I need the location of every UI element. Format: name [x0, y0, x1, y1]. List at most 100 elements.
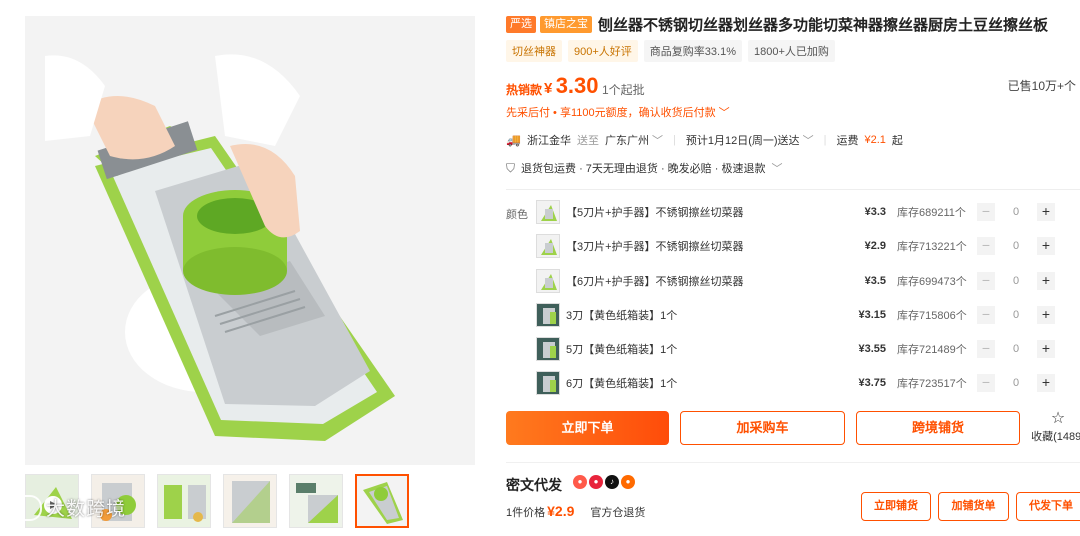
sku-stock: 库存713221个 [897, 241, 967, 253]
sku-name: 【5刀片+护手器】不锈钢擦丝切菜器 [566, 207, 744, 219]
quantity-increment-button[interactable]: + [1037, 237, 1055, 255]
unit-price: ¥2.9 [547, 503, 575, 519]
quantity-input[interactable]: 0 [995, 206, 1037, 218]
eta-select[interactable]: 预计1月12日(周一)送达 ﹀ [686, 132, 814, 148]
shipping-row: 🚚 浙江金华 送至 广东广州 ﹀ | 预计1月12日(周一)送达 ﹀ | 运费 … [506, 132, 903, 148]
divider: | [823, 134, 827, 146]
watermark-logo-icon [6, 494, 42, 521]
quantity-decrement-button[interactable]: − [977, 203, 995, 221]
quantity-decrement-button[interactable]: − [977, 306, 995, 324]
fee-suffix: 起 [891, 135, 903, 147]
tag-yanxuan: 严选 [506, 16, 536, 33]
price: ¥ 3.30 [544, 73, 599, 99]
sku-name: 【3刀片+护手器】不锈钢擦丝切菜器 [566, 241, 744, 253]
sku-price: ¥3.15 [858, 309, 886, 321]
xiaohongshu-icon: ● [573, 475, 587, 489]
add-listing-button[interactable]: 加铺货单 [938, 492, 1009, 521]
quantity-input[interactable]: 0 [995, 343, 1037, 355]
quantity-input[interactable]: 0 [995, 240, 1037, 252]
badge-added-to-cart: 1800+人已加购 [747, 40, 835, 62]
quantity-input[interactable]: 0 [995, 309, 1037, 321]
shipping-fee: ¥2.1 [864, 134, 886, 146]
sku-name: 【6刀片+护手器】不锈钢擦丝切菜器 [566, 276, 744, 288]
sku-label: 颜色 [506, 209, 528, 221]
divider [506, 189, 1080, 190]
quantity-increment-button[interactable]: + [1037, 306, 1055, 324]
sku-stock: 库存689211个 [897, 207, 966, 219]
fee-label: 运费 [836, 135, 859, 147]
star-icon: ☆ [1050, 410, 1066, 427]
divider: | [673, 134, 676, 146]
min-order: 1个起批 [602, 83, 645, 97]
ship-to-select[interactable]: 广东广州 ﹀ [605, 132, 663, 148]
ship-to-label: 送至 [576, 135, 599, 147]
favorite-button[interactable]: ☆ 收藏(1489) [1030, 410, 1080, 444]
badge-reviews[interactable]: 900+人好评 [568, 40, 638, 62]
sku-swatch[interactable] [536, 337, 560, 361]
sku-swatch[interactable] [536, 269, 560, 293]
sku-stock: 库存721489个 [897, 344, 967, 356]
sku-swatch[interactable] [536, 371, 560, 395]
douyin-icon: ♪ [605, 475, 619, 489]
thumbnail-3[interactable] [157, 474, 211, 528]
dropship-order-button[interactable]: 代发下单 [1016, 492, 1080, 521]
badge-repurchase: 商品复购率33.1% [643, 40, 742, 62]
quantity-increment-button[interactable]: + [1037, 374, 1055, 392]
badge-row: 切丝神器 900+人好评 商品复购率33.1% 1800+人已加购 [506, 40, 835, 62]
add-cart-button[interactable]: 加采购车 [680, 411, 845, 445]
quantity-decrement-button[interactable]: − [977, 340, 995, 358]
sku-row[interactable]: 5刀【黄色纸箱装】1个 ¥3.55 库存721489个 −0 + [536, 336, 1080, 362]
cross-border-button[interactable]: 跨境铺货 [856, 411, 1020, 445]
hot-label: 热销款 [506, 83, 543, 97]
quantity-input[interactable]: 0 [995, 275, 1037, 287]
main-product-image[interactable] [25, 16, 475, 465]
credit-payment-link[interactable]: 先采后付 • 享1100元额度，确认收货后付款 ﹀ [506, 104, 730, 120]
sku-name: 5刀【黄色纸箱装】1个 [566, 344, 678, 356]
thumbnail-4[interactable] [223, 474, 277, 528]
taobao-icon: ● [621, 475, 635, 489]
sku-swatch[interactable] [536, 200, 560, 224]
sku-price: ¥3.3 [864, 206, 886, 218]
warehouse-return: 官方仓退货 [590, 507, 646, 519]
list-now-button[interactable]: 立即铺货 [861, 492, 931, 521]
pinduoduo-icon: ● [589, 475, 603, 489]
service-text: 退货包运费 · 7天无理由退货 · 晚发必赔 · 极速退款 [521, 163, 766, 175]
badge-category[interactable]: 切丝神器 [506, 40, 562, 62]
sku-row[interactable]: 【6刀片+护手器】不锈钢擦丝切菜器 ¥3.5 库存699473个 −0 + [536, 268, 1080, 294]
quantity-decrement-button[interactable]: − [977, 272, 995, 290]
price-currency: ¥ [544, 80, 553, 97]
sku-name: 3刀【黄色纸箱装】1个 [566, 310, 678, 322]
sku-row[interactable]: 【3刀片+护手器】不锈钢擦丝切菜器 ¥2.9 库存713221个 −0 + [536, 233, 1080, 259]
quantity-decrement-button[interactable]: − [977, 237, 995, 255]
price-row: 热销款 ¥ 3.30 1个起批 已售10万+个 [506, 73, 1076, 99]
ship-to: 广东广州 [604, 135, 649, 147]
quantity-increment-button[interactable]: + [1037, 272, 1055, 290]
eta: 预计1月12日(周一)送达 [685, 135, 800, 147]
sku-swatch[interactable] [536, 234, 560, 258]
tag-store-treasure: 镇店之宝 [540, 16, 592, 33]
quantity-decrement-button[interactable]: − [977, 374, 995, 392]
sku-row[interactable]: 6刀【黄色纸箱装】1个 ¥3.75 库存723517个 −0 + [536, 370, 1080, 396]
dropship-title: 密文代发 [506, 477, 562, 493]
thumbnail-5[interactable] [289, 474, 343, 528]
sku-row[interactable]: 3刀【黄色纸箱装】1个 ¥3.15 库存715806个 −0 + [536, 302, 1080, 328]
quantity-increment-button[interactable]: + [1037, 203, 1055, 221]
sold-count: 已售10万+个 [1007, 79, 1076, 93]
sku-stock: 库存699473个 [897, 276, 967, 288]
platform-icons: ● ● ♪ ● [573, 475, 635, 489]
sku-row[interactable]: 【5刀片+护手器】不锈钢擦丝切菜器 ¥3.3 库存689211个 −0 + [536, 199, 1080, 225]
ship-from: 浙江金华 [526, 135, 571, 147]
sku-price: ¥3.55 [858, 343, 886, 355]
thumbnail-6[interactable] [355, 474, 409, 528]
sku-stock: 库存715806个 [897, 310, 967, 322]
product-title: 刨丝器不锈钢切丝器划丝器多功能切菜神器擦丝器厨房土豆丝擦丝板 [598, 17, 1049, 34]
buy-now-button[interactable]: 立即下单 [506, 411, 669, 445]
service-row[interactable]: ⛉ 退货包运费 · 7天无理由退货 · 晚发必赔 · 极速退款 ﹀ [506, 160, 782, 176]
watermark-text: 大数跨境 [46, 499, 127, 520]
sku-swatch[interactable] [536, 303, 560, 327]
sku-price: ¥3.5 [864, 275, 886, 287]
chevron-down-icon: ﹀ [652, 135, 664, 147]
quantity-input[interactable]: 0 [995, 377, 1037, 389]
quantity-increment-button[interactable]: + [1037, 340, 1055, 358]
chevron-down-icon: ﹀ [802, 135, 814, 147]
